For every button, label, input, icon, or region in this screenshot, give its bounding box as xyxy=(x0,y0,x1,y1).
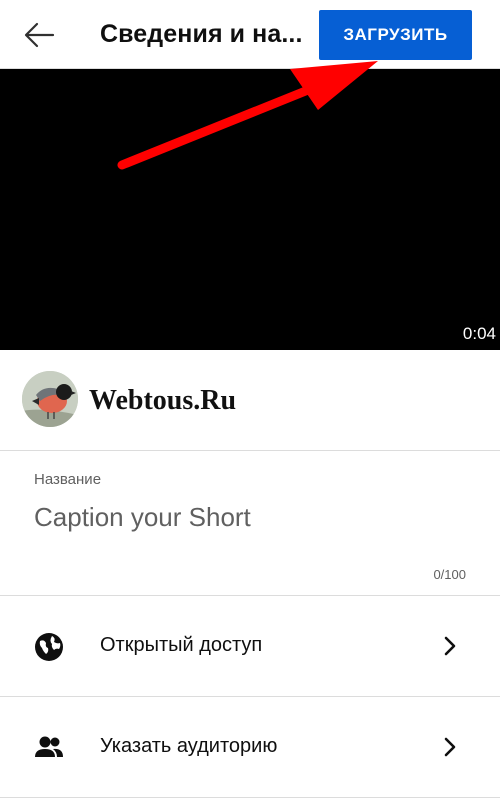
watermark-text: Webtous.Ru xyxy=(89,385,237,416)
channel-row: Webtous.Ru xyxy=(0,350,500,451)
audience-option-label: Указать аудиторию xyxy=(100,735,278,757)
caption-input[interactable] xyxy=(34,497,464,537)
chevron-right-icon xyxy=(444,636,456,656)
bird-avatar-icon xyxy=(22,371,78,427)
avatar xyxy=(22,371,78,427)
title-field-section: Название 0/100 xyxy=(0,451,500,596)
video-duration: 0:04 xyxy=(462,324,496,343)
arrow-back-icon xyxy=(24,22,55,48)
character-counter: 0/100 xyxy=(433,567,466,582)
back-button[interactable] xyxy=(22,18,56,52)
top-app-bar: Сведения и на... ЗАГРУЗИТЬ xyxy=(0,0,500,69)
visibility-option[interactable]: Открытый доступ xyxy=(0,596,500,697)
page-title: Сведения и на... xyxy=(100,20,303,48)
video-preview[interactable]: 0:04 xyxy=(0,69,500,350)
globe-icon xyxy=(35,633,63,661)
upload-button[interactable]: ЗАГРУЗИТЬ xyxy=(319,10,472,60)
title-field-label: Название xyxy=(34,471,102,488)
audience-option[interactable]: Указать аудиторию xyxy=(0,697,500,798)
visibility-option-label: Открытый доступ xyxy=(100,634,263,656)
people-icon xyxy=(35,736,63,757)
chevron-right-icon xyxy=(444,737,456,757)
